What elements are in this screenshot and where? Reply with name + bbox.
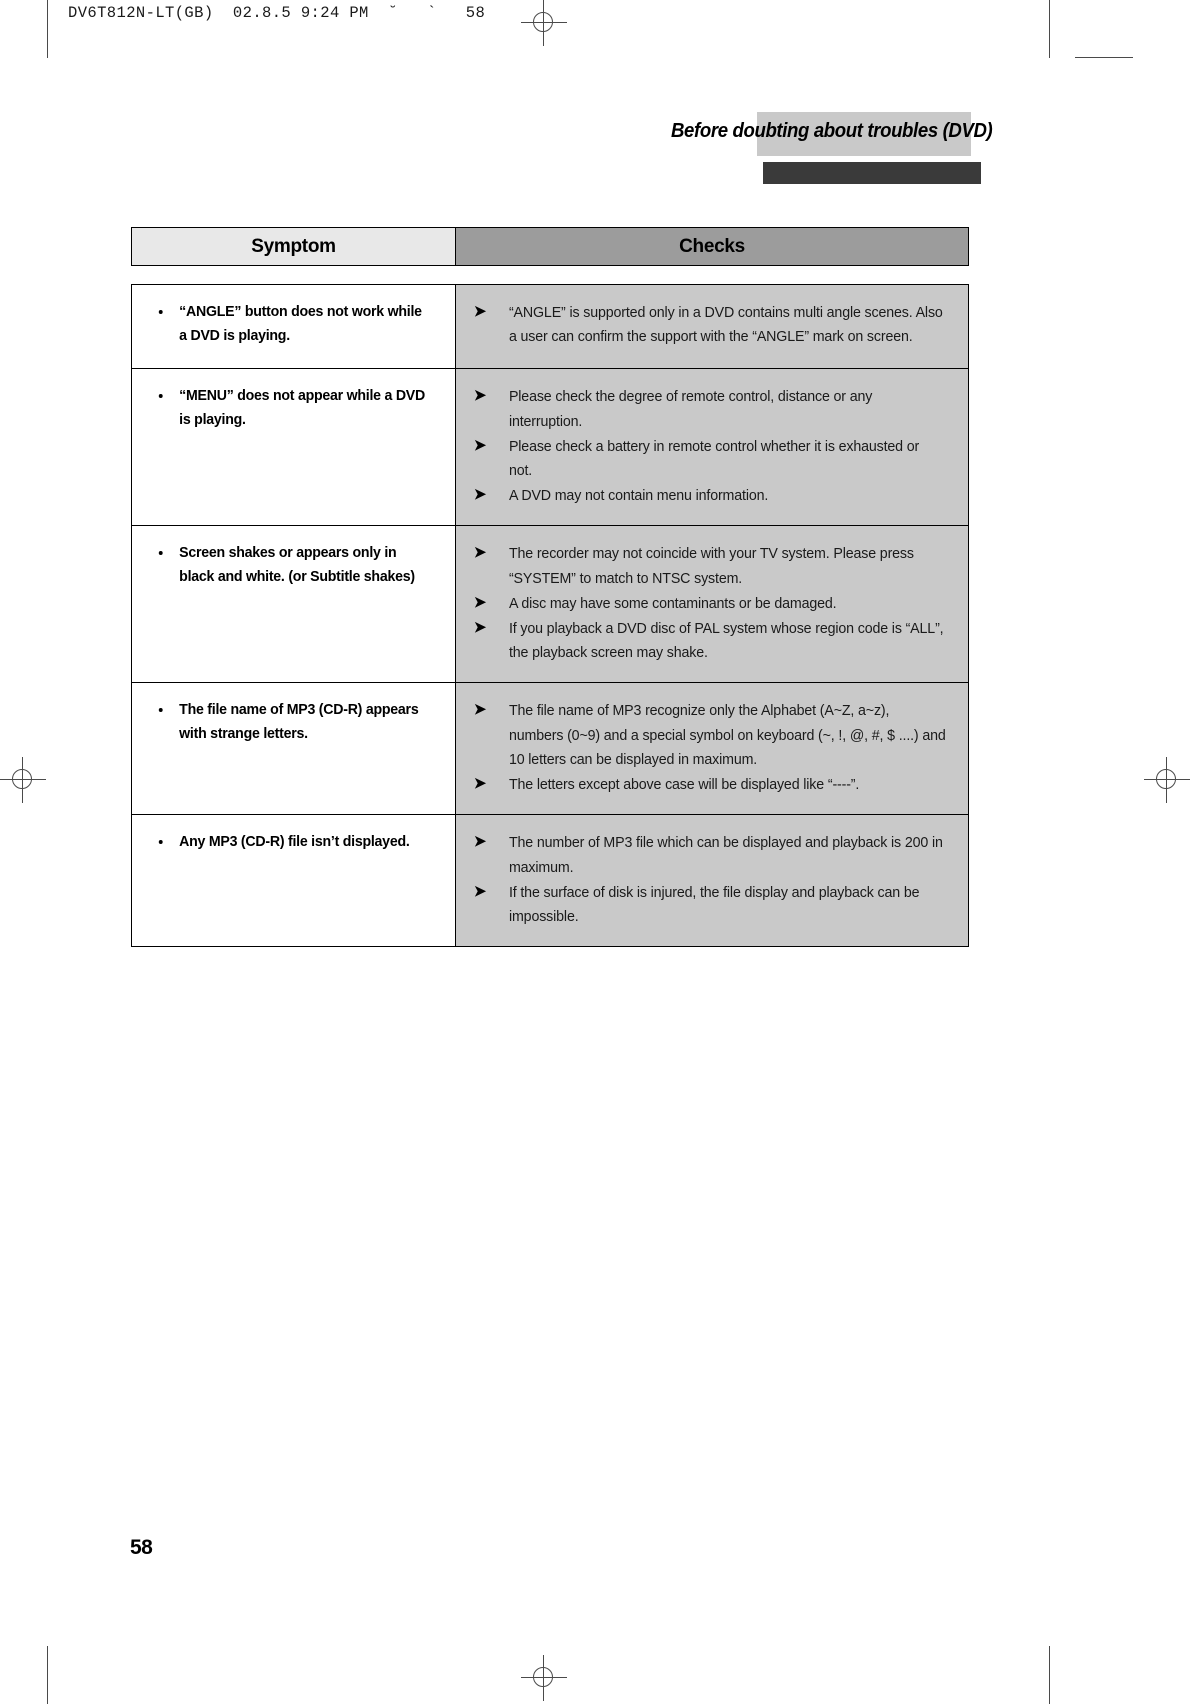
symptom-cell: The file name of MP3 (CD-R) appears with… xyxy=(131,682,456,816)
list-item: ➤ A disc may have some contaminants or be… xyxy=(468,592,946,616)
check-text: “ANGLE” is supported only in a DVD conta… xyxy=(508,305,943,346)
symptom-list: Any MP3 (CD-R) file isn’t displayed. xyxy=(152,831,441,855)
checks-cell: ➤ “ANGLE” is supported only in a DVD cont… xyxy=(455,283,969,370)
symptom-cell: Screen shakes or appears only in black a… xyxy=(131,525,456,684)
list-item: ➤ Please check a battery in remote contro… xyxy=(468,435,946,483)
symptom-text: The file name of MP3 (CD-R) appears with… xyxy=(179,702,419,743)
symptom-cell: Any MP3 (CD-R) file isn’t displayed. xyxy=(131,814,456,948)
bullet-icon xyxy=(158,708,163,713)
table-row: Screen shakes or appears only in black a… xyxy=(131,525,969,684)
checks-cell: ➤ The recorder may not coincide with your… xyxy=(455,525,969,684)
crop-mark-bottom-left-v xyxy=(47,1646,48,1704)
registration-mark-right xyxy=(1144,757,1190,803)
check-text: A DVD may not contain menu information. xyxy=(508,488,769,505)
page-title: Before doubting about troubles (DVD) xyxy=(671,120,993,142)
checks-list: ➤ The number of MP3 file which can be dis… xyxy=(468,831,958,929)
symptom-text: “ANGLE” button does not work while a DVD… xyxy=(179,304,422,344)
symptom-text: Screen shakes or appears only in black a… xyxy=(179,545,415,586)
checks-list: ➤ “ANGLE” is supported only in a DVD cont… xyxy=(468,301,958,349)
arrow-icon: ➤ xyxy=(473,486,486,504)
arrow-icon: ➤ xyxy=(473,387,486,405)
symptom-text: “MENU” does not appear while a DVD is pl… xyxy=(179,388,425,428)
list-item: ➤ If you playback a DVD disc of PAL syste… xyxy=(468,617,946,665)
column-header-symptom: Symptom xyxy=(131,227,456,266)
arrow-icon: ➤ xyxy=(473,593,486,611)
symptom-list: The file name of MP3 (CD-R) appears with… xyxy=(152,699,441,746)
arrow-icon: ➤ xyxy=(473,775,486,793)
arrow-icon: ➤ xyxy=(473,882,486,900)
check-text: If you playback a DVD disc of PAL system… xyxy=(508,621,944,662)
arrow-icon: ➤ xyxy=(473,701,486,719)
list-item: ➤ The recorder may not coincide with your… xyxy=(468,542,946,590)
list-item: ➤ Please check the degree of remote contr… xyxy=(468,385,946,433)
checks-list: ➤ The recorder may not coincide with your… xyxy=(468,542,958,665)
symptom-list: “MENU” does not appear while a DVD is pl… xyxy=(152,385,441,432)
table-header-row: Symptom Checks xyxy=(131,227,969,266)
troubleshooting-table: Symptom Checks “ANGLE” button does not w… xyxy=(131,227,969,948)
table-row: The file name of MP3 (CD-R) appears with… xyxy=(131,682,969,816)
list-item: Any MP3 (CD-R) file isn’t displayed. xyxy=(152,831,432,855)
list-item: The file name of MP3 (CD-R) appears with… xyxy=(152,699,432,746)
registration-mark-left xyxy=(0,757,46,803)
crop-mark-bottom-right-v xyxy=(1049,1646,1050,1704)
symptom-list: Screen shakes or appears only in black a… xyxy=(152,542,441,589)
check-text: If the surface of disk is injured, the f… xyxy=(508,884,920,925)
table-row: “MENU” does not appear while a DVD is pl… xyxy=(131,368,969,527)
table-row: Any MP3 (CD-R) file isn’t displayed. ➤ Th… xyxy=(131,814,969,948)
checks-list: ➤ The file name of MP3 recognize only the… xyxy=(468,699,958,797)
symptom-list: “ANGLE” button does not work while a DVD… xyxy=(152,301,441,348)
checks-cell: ➤ The number of MP3 file which can be dis… xyxy=(455,814,969,948)
crop-mark-top-right-v xyxy=(1049,0,1050,58)
table-row: “ANGLE” button does not work while a DVD… xyxy=(131,283,969,370)
check-text: The letters except above case will be di… xyxy=(508,777,860,794)
arrow-icon: ➤ xyxy=(473,436,486,454)
registration-mark-top xyxy=(521,0,567,46)
table-spacer-row xyxy=(131,265,969,285)
list-item: “ANGLE” button does not work while a DVD… xyxy=(152,301,432,348)
column-header-checks: Checks xyxy=(455,227,969,266)
print-slug-line: DV6T812N-LT(GB) 02.8.5 9:24 PM ˘ ` 58 xyxy=(68,4,486,22)
page-number: 58 xyxy=(130,1536,153,1559)
check-text: A disc may have some contaminants or be … xyxy=(508,595,837,612)
check-text: The recorder may not coincide with your … xyxy=(508,546,914,587)
list-item: ➤ The letters except above case will be d… xyxy=(468,773,946,797)
crop-mark-top-right-h xyxy=(1075,57,1133,58)
title-shadow-bar xyxy=(763,162,981,184)
symptom-text: Any MP3 (CD-R) file isn’t displayed. xyxy=(179,834,410,851)
checks-cell: ➤ Please check the degree of remote contr… xyxy=(455,368,969,527)
check-text: The file name of MP3 recognize only the … xyxy=(508,703,946,768)
bullet-icon xyxy=(158,310,163,314)
registration-mark-bottom xyxy=(521,1655,567,1701)
list-item: ➤ “ANGLE” is supported only in a DVD cont… xyxy=(468,301,946,349)
arrow-icon: ➤ xyxy=(473,833,486,851)
list-item: ➤ If the surface of disk is injured, the … xyxy=(468,881,946,929)
crop-mark-top-left-v xyxy=(47,0,48,58)
arrow-icon: ➤ xyxy=(473,303,486,320)
list-item: ➤ The file name of MP3 recognize only the… xyxy=(468,699,946,772)
list-item: ➤ The number of MP3 file which can be dis… xyxy=(468,831,946,879)
check-text: The number of MP3 file which can be disp… xyxy=(508,835,943,876)
bullet-icon xyxy=(158,551,163,556)
arrow-icon: ➤ xyxy=(473,544,486,562)
bullet-icon xyxy=(158,840,163,845)
arrow-icon: ➤ xyxy=(473,619,486,637)
bullet-icon xyxy=(158,394,163,399)
list-item: “MENU” does not appear while a DVD is pl… xyxy=(152,385,432,432)
check-text: Please check the degree of remote contro… xyxy=(508,389,873,430)
checks-cell: ➤ The file name of MP3 recognize only the… xyxy=(455,682,969,816)
symptom-cell: “MENU” does not appear while a DVD is pl… xyxy=(131,368,456,527)
symptom-cell: “ANGLE” button does not work while a DVD… xyxy=(131,283,456,370)
section-title-banner: Before doubting about troubles (DVD) xyxy=(671,112,993,184)
list-item: ➤ A DVD may not contain menu information. xyxy=(468,484,946,508)
checks-list: ➤ Please check the degree of remote contr… xyxy=(468,385,958,508)
check-text: Please check a battery in remote control… xyxy=(508,438,920,479)
list-item: Screen shakes or appears only in black a… xyxy=(152,542,432,589)
